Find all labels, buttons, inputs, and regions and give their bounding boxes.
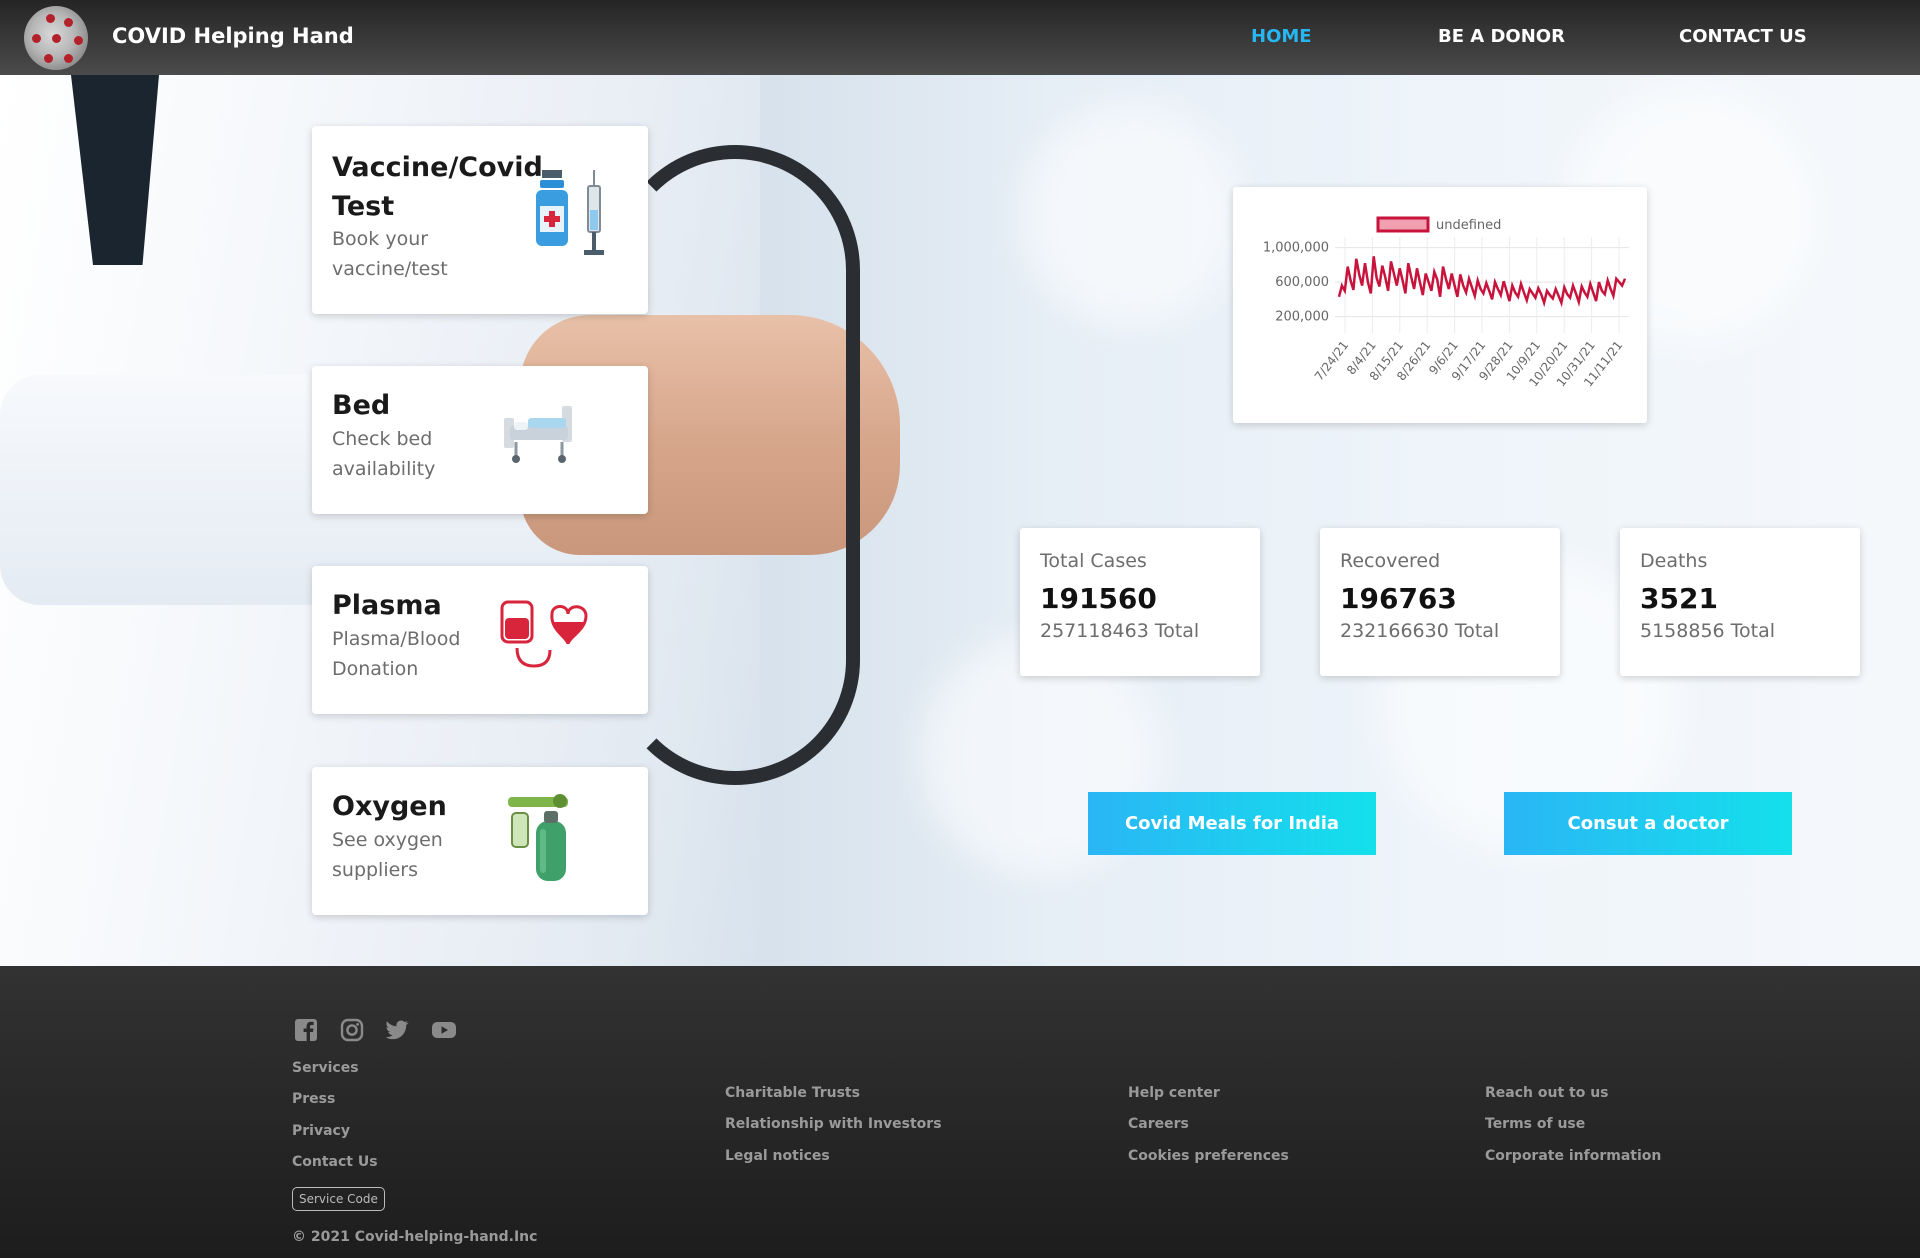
footer-link-privacy[interactable]: Privacy [292,1123,350,1139]
service-card-vaccine[interactable]: Vaccine/Covid Test Book your vaccine/tes… [312,126,648,314]
brand-name[interactable]: COVID Helping Hand [112,24,354,48]
service-card-bed[interactable]: Bed Check bed availability [312,366,648,514]
instagram-icon[interactable] [340,1018,364,1042]
footer-link-help-center[interactable]: Help center [1128,1085,1220,1101]
service-title: Oxygen [332,791,447,822]
stat-label: Deaths [1640,550,1708,572]
footer-link-cookies-preferences[interactable]: Cookies preferences [1128,1148,1289,1164]
blood-donation-icon [500,600,588,668]
stat-label: Recovered [1340,550,1441,572]
service-subtitle: Book your vaccine/test [332,228,448,280]
chart-y-tick-label: 200,000 [1275,310,1329,325]
covid-cases-chart: undefined 1,000,000 600,000 200,000 7/24/21… [1233,187,1647,423]
footer-link-corporate-information[interactable]: Corporate information [1485,1148,1661,1164]
stat-total: 232166630 Total [1340,620,1500,642]
facebook-icon[interactable] [294,1018,318,1042]
service-title: Bed [332,390,391,421]
stat-card-recovered: Recovered 196763 232166630 Total [1320,528,1560,676]
oxygen-cylinder-icon [508,794,568,881]
service-subtitle: See oxygen suppliers [332,829,443,881]
footer: Services Press Privacy Contact Us Charit… [0,966,1920,1258]
chart-y-tick-label: 1,000,000 [1263,241,1329,256]
nav-link-home[interactable]: HOME [1251,26,1312,47]
stat-value: 196763 [1340,582,1457,615]
service-card-plasma[interactable]: Plasma Plasma/Blood Donation [312,566,648,714]
stat-value: 191560 [1040,582,1157,615]
nav-link-be-a-donor[interactable]: BE A DONOR [1438,26,1565,47]
service-card-oxygen[interactable]: Oxygen See oxygen suppliers [312,767,648,915]
youtube-icon[interactable] [432,1018,456,1042]
stat-total: 257118463 Total [1040,620,1200,642]
footer-link-legal-notices[interactable]: Legal notices [725,1148,830,1164]
hospital-bed-icon [504,406,572,463]
stat-card-deaths: Deaths 3521 5158856 Total [1620,528,1860,676]
twitter-icon[interactable] [386,1018,410,1042]
chart-y-tick-label: 600,000 [1275,275,1329,290]
stat-total: 5158856 Total [1640,620,1776,642]
stat-label: Total Cases [1040,550,1147,572]
vaccine-icon [536,170,604,255]
covid-meals-button[interactable]: Covid Meals for India [1088,792,1376,855]
service-subtitle: Plasma/Blood Donation [332,628,461,680]
chart-x-tick-label: 7/24/21 [1312,338,1352,383]
footer-link-investor-relations[interactable]: Relationship with Investors [725,1116,942,1132]
service-subtitle: Check bed availability [332,428,436,480]
stat-value: 3521 [1640,582,1718,615]
consult-doctor-button[interactable]: Consut a doctor [1504,792,1792,855]
navbar: COVID Helping Hand HOME BE A DONOR CONTA… [0,0,1920,75]
copyright-text: © 2021 Covid-helping-hand.Inc [292,1229,538,1245]
footer-link-reach-out[interactable]: Reach out to us [1485,1085,1609,1101]
covid-virus-logo-icon[interactable] [24,6,88,70]
stat-card-total-cases: Total Cases 191560 257118463 Total [1020,528,1260,676]
footer-link-careers[interactable]: Careers [1128,1116,1189,1132]
chart-legend-swatch [1376,216,1430,233]
footer-link-charitable-trusts[interactable]: Charitable Trusts [725,1085,860,1101]
footer-link-press[interactable]: Press [292,1091,335,1107]
footer-link-services[interactable]: Services [292,1060,359,1076]
chart-axes: 1,000,000600,000200,0007/24/218/4/218/15… [1263,237,1629,389]
nav-link-contact-us[interactable]: CONTACT US [1679,26,1807,47]
footer-link-contact-us[interactable]: Contact Us [292,1154,378,1170]
service-code-button[interactable]: Service Code [292,1187,385,1211]
service-title: Vaccine/Covid Test [332,152,543,222]
chart-legend-label: undefined [1436,218,1501,233]
chart-svg: undefined 1,000,000 600,000 200,000 7/24/21… [1263,216,1629,389]
footer-link-terms-of-use[interactable]: Terms of use [1485,1116,1585,1132]
service-title: Plasma [332,590,442,621]
